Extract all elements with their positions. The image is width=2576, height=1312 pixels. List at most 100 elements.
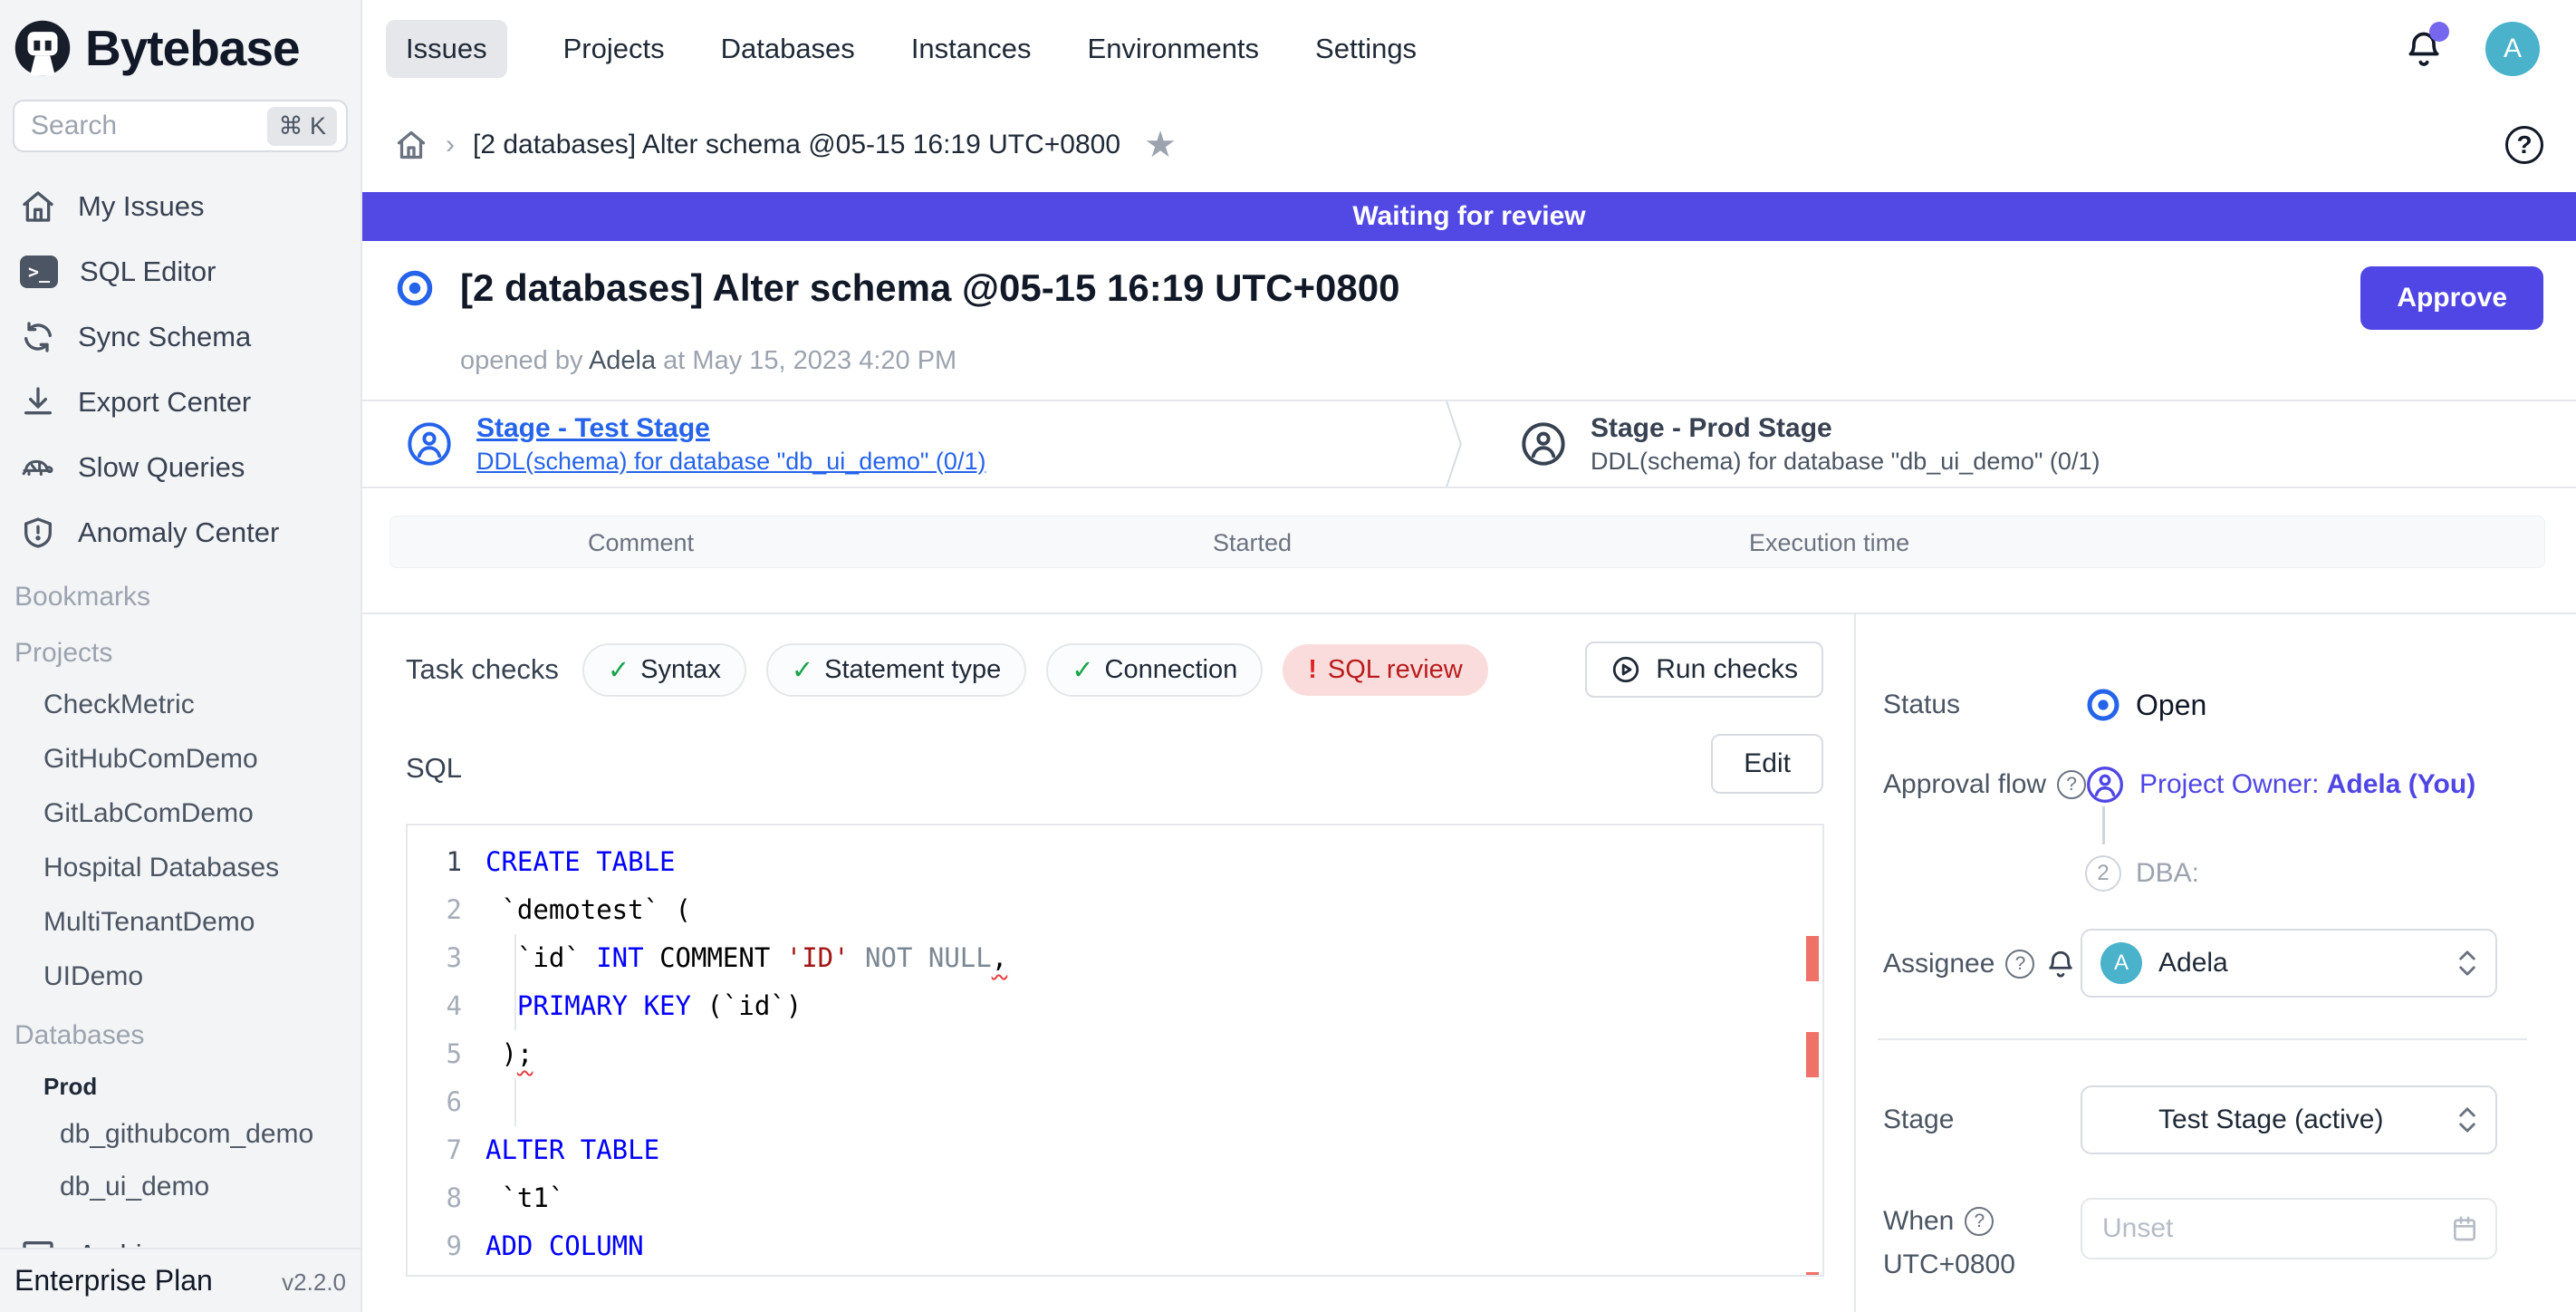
task-checks-label: Task checks — [406, 653, 559, 686]
status-value: Open — [2136, 689, 2206, 722]
check-fail-icon: ! — [1308, 655, 1317, 685]
help-icon[interactable]: ? — [2505, 126, 2543, 164]
assignee-notify-bell-icon[interactable] — [2045, 949, 2076, 979]
shield-alert-icon — [20, 515, 56, 551]
approval-step-number: 2 — [2085, 855, 2121, 892]
issue-subtitle: opened by Adela at May 15, 2023 4:20 PM — [362, 337, 2576, 400]
run-checks-button[interactable]: Run checks — [1585, 642, 1823, 698]
stage-person-icon — [1520, 420, 1567, 468]
sidebar-item-anomaly-center[interactable]: Anomaly Center — [0, 500, 360, 565]
tab-issues[interactable]: Issues — [386, 20, 507, 78]
assignee-help-icon[interactable]: ? — [2005, 950, 2034, 979]
check-pass-icon: ✓ — [608, 654, 630, 686]
open-status-icon — [2085, 687, 2121, 723]
tab-environments[interactable]: Environments — [1088, 20, 1260, 78]
logo-text: Bytebase — [85, 19, 300, 77]
sidebar-item-sync-schema[interactable]: Sync Schema — [0, 304, 360, 370]
sql-editor[interactable]: 1CREATE TABLE2 `demotest` (3 `id` INT CO… — [406, 824, 1824, 1277]
star-icon[interactable]: ★ — [1144, 124, 1177, 166]
user-avatar[interactable]: A — [2485, 22, 2540, 76]
code-lines: 1CREATE TABLE2 `demotest` (3 `id` INT CO… — [408, 825, 1822, 1277]
search-input[interactable]: Search ⌘ K — [13, 100, 348, 152]
sidebar-item-slow-queries[interactable]: Slow Queries — [0, 435, 360, 500]
error-marker — [1806, 1032, 1819, 1077]
approval-help-icon[interactable]: ? — [2057, 770, 2086, 799]
stage-prod-stage[interactable]: Stage - Prod Stage DDL(schema) for datab… — [1476, 401, 2545, 487]
approve-button[interactable]: Approve — [2360, 266, 2543, 330]
approval-step-1[interactable]: Project Owner: Adela (You) — [2139, 769, 2475, 800]
stage-title: Stage - Prod Stage — [1591, 413, 2100, 444]
bytebase-logo-icon — [13, 18, 72, 78]
sidebar-db-ui-demo[interactable]: db_ui_demo — [0, 1161, 360, 1213]
nav-tabs: Issues Projects Databases Instances Envi… — [386, 20, 1417, 78]
issue-open-icon — [395, 268, 435, 308]
sync-icon — [20, 319, 56, 355]
sidebar-project-githubcomdemo[interactable]: GitHubComDemo — [0, 732, 360, 786]
sidebar-project-uidemo[interactable]: UIDemo — [0, 950, 360, 1004]
tab-instances[interactable]: Instances — [911, 20, 1032, 78]
notification-bell-icon[interactable] — [2404, 29, 2444, 69]
sidebar-item-label: Slow Queries — [78, 451, 245, 484]
approval-step-2-role: DBA: — [2136, 858, 2199, 889]
sidebar-env-prod: Prod — [0, 1060, 360, 1108]
sidebar-item-label: My Issues — [78, 190, 205, 223]
sidebar-item-export-center[interactable]: Export Center — [0, 370, 360, 435]
check-label: Connection — [1105, 655, 1238, 685]
stage-test-stage[interactable]: Stage - Test Stage DDL(schema) for datab… — [362, 401, 1431, 487]
plan-label[interactable]: Enterprise Plan — [14, 1264, 213, 1298]
status-banner: Waiting for review — [362, 192, 2576, 241]
when-datetime-input[interactable]: Unset — [2081, 1198, 2497, 1259]
edit-sql-button[interactable]: Edit — [1711, 734, 1823, 794]
tab-databases[interactable]: Databases — [721, 20, 855, 78]
check-pass-icon: ✓ — [1072, 654, 1093, 686]
approver-role: Project Owner: — [2139, 769, 2319, 799]
sidebar-project-checkmetric[interactable]: CheckMetric — [0, 678, 360, 732]
when-help-icon[interactable]: ? — [1965, 1207, 1994, 1236]
logo[interactable]: Bytebase — [0, 0, 360, 87]
search-placeholder: Search — [31, 111, 267, 141]
breadcrumb-home-icon[interactable] — [395, 129, 428, 161]
assignee-select[interactable]: A Adela — [2081, 929, 2497, 998]
sidebar-db-githubcom-demo[interactable]: db_githubcom_demo — [0, 1108, 360, 1161]
sidebar-project-multitenantdemo[interactable]: MultiTenantDemo — [0, 895, 360, 950]
breadcrumb-separator: › — [446, 130, 455, 160]
task-checks-row: Task checks ✓ Syntax ✓ Statement type ✓ … — [406, 642, 1823, 698]
home-icon — [20, 188, 56, 225]
run-checks-label: Run checks — [1656, 654, 1798, 685]
breadcrumb-title[interactable]: [2 databases] Alter schema @05-15 16:19 … — [473, 130, 1120, 160]
sidebar-section-projects: Projects — [0, 622, 360, 678]
stage-select[interactable]: Test Stage (active) — [2081, 1085, 2497, 1154]
column-execution-time: Execution time — [1749, 529, 1909, 557]
check-pass-icon: ✓ — [792, 654, 813, 686]
sidebar-item-sql-editor[interactable]: >_ SQL Editor — [0, 239, 360, 304]
check-statement-type[interactable]: ✓ Statement type — [766, 643, 1026, 697]
issue-author[interactable]: Adela — [589, 346, 656, 375]
code-line: 3 `id` INT COMMENT 'ID' NOT NULL, — [408, 934, 1822, 982]
code-line: 4 PRIMARY KEY (`id`) — [408, 982, 1822, 1030]
issue-opened-time: May 15, 2023 4:20 PM — [692, 346, 956, 375]
code-line: 5 ); — [408, 1030, 1822, 1078]
check-sql-review[interactable]: ! SQL review — [1283, 644, 1487, 696]
stage-task-link[interactable]: DDL(schema) for database "db_ui_demo" (0… — [476, 448, 985, 476]
approver-person-icon — [2085, 765, 2125, 805]
tab-projects[interactable]: Projects — [563, 20, 665, 78]
check-syntax[interactable]: ✓ Syntax — [582, 643, 746, 697]
task-run-table-header: Comment Started Execution time — [389, 516, 2545, 568]
topnav-right: A — [2404, 22, 2540, 76]
sidebar-section-databases: Databases — [0, 1004, 360, 1060]
status-row: Status Open — [1883, 678, 2549, 732]
column-comment: Comment — [588, 529, 694, 557]
sidebar-project-hospital-databases[interactable]: Hospital Databases — [0, 841, 360, 895]
code-line: 9ADD COLUMN — [408, 1222, 1822, 1270]
stage-title-link[interactable]: Stage - Test Stage — [476, 413, 985, 444]
check-label: SQL review — [1328, 655, 1463, 685]
column-started: Started — [1213, 529, 1292, 557]
tab-settings[interactable]: Settings — [1315, 20, 1417, 78]
check-label: Statement type — [824, 655, 1001, 685]
check-connection[interactable]: ✓ Connection — [1046, 643, 1263, 697]
sidebar-project-gitlabcomdemo[interactable]: GitLabComDemo — [0, 786, 360, 841]
terminal-icon: >_ — [20, 256, 58, 288]
sidebar-item-my-issues[interactable]: My Issues — [0, 174, 360, 239]
sql-section-label: SQL — [406, 752, 462, 785]
approval-flow-row: Approval flow ? Project Owner: Adela (Yo… — [1883, 759, 2549, 810]
